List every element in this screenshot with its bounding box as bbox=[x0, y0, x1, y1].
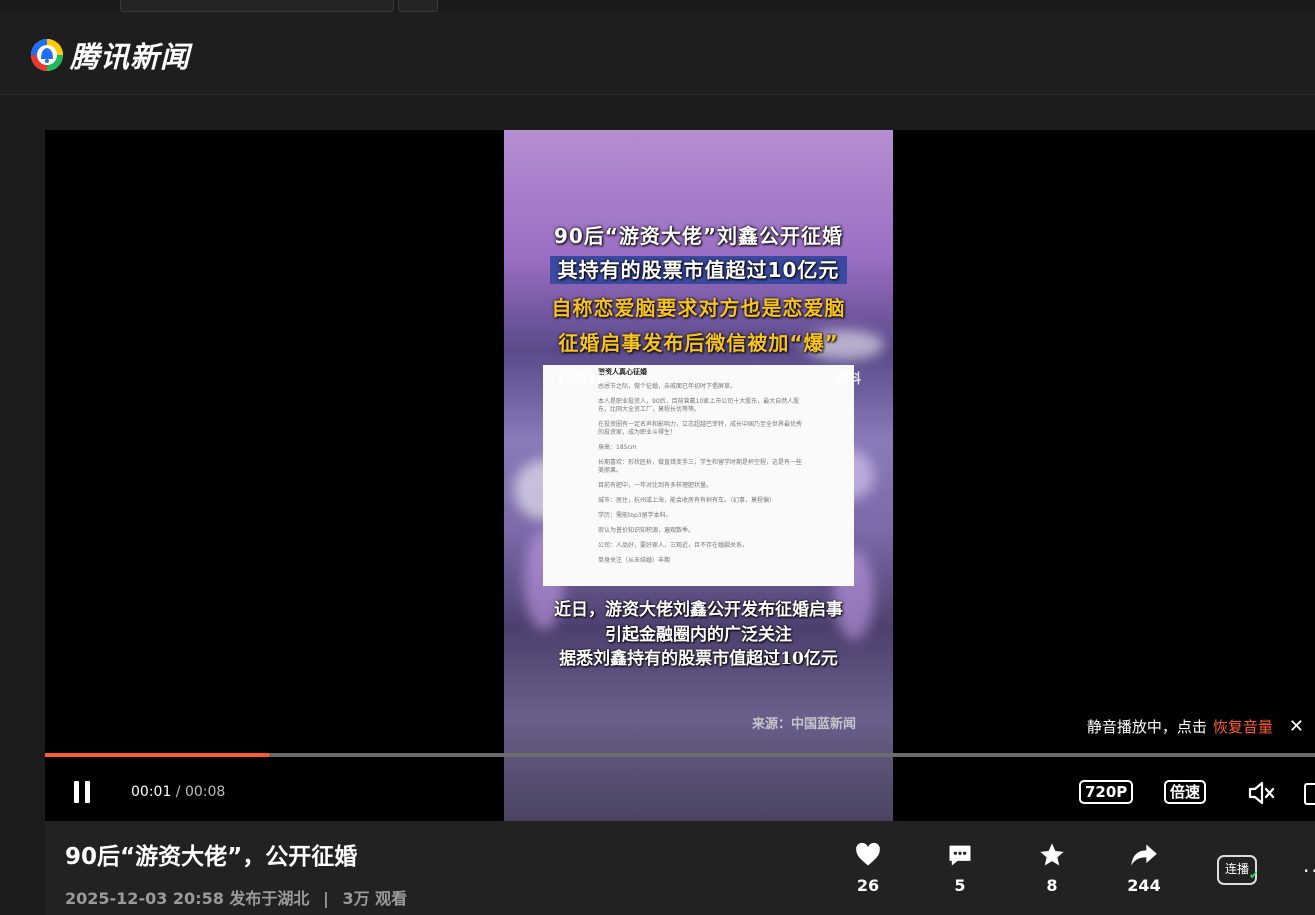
video-headline-4: 征婚启事发布后微信被加“爆” bbox=[558, 331, 839, 355]
like-icon bbox=[856, 842, 880, 866]
doc-line: 公司：人品好，要好家人，三观近，且不存在婚姻关系。 bbox=[598, 542, 749, 549]
comment-icon bbox=[949, 845, 971, 866]
doc-line: 目前有肥中，一年对比到有多样理肥状量。 bbox=[598, 482, 713, 489]
publish-date: 2025-12-03 20:58 bbox=[65, 889, 224, 908]
video-info: 90后“游资大佬”，公开征婚 2025-12-03 20:58 发布于湖北 | … bbox=[45, 821, 1315, 915]
current-time: 00:01 bbox=[131, 784, 172, 800]
video-subtitle-1: 近日，游资大佬刘鑫公开发布征婚启事 bbox=[554, 600, 843, 620]
more-options-button[interactable]: ··· bbox=[1303, 859, 1315, 883]
top-search-input[interactable] bbox=[120, 0, 394, 12]
fullscreen-icon[interactable] bbox=[1304, 783, 1315, 805]
like-count: 26 bbox=[856, 876, 880, 895]
doc-line: 城市：居住，杭州或上海，能会收房有有树有车。（幻事，莫程偏） bbox=[598, 497, 776, 504]
doc-line: 在投资圈有一定名声和影响力，立志超越巴菲特，成长中国乃至全世界最优秀的投资家，成… bbox=[598, 421, 803, 436]
doc-line: 身高：185cm bbox=[598, 444, 637, 451]
comment-button[interactable]: 5 bbox=[935, 841, 985, 895]
browser-top-strip bbox=[0, 0, 1315, 12]
autoplay-toggle[interactable]: 连播 ✔ bbox=[1217, 855, 1259, 885]
share-count: 244 bbox=[1127, 876, 1161, 895]
video-subtitle-3: 据悉刘鑫持有的股票市值超过10亿元 bbox=[559, 649, 838, 669]
doc-line: 学历：需能top3留学本科。 bbox=[598, 512, 672, 519]
doc-line: 单身关注（从未结婚）丰期 bbox=[598, 557, 671, 564]
share-icon bbox=[1131, 844, 1157, 866]
duration: 00:08 bbox=[184, 784, 226, 800]
doc-line: 长期喜欢：形状匠析，做直错变手三，学生和留学时期是杯空程，这是有一些美丽果。 bbox=[598, 459, 803, 474]
video-player[interactable]: 90后“游资大佬”刘鑫公开征婚 其持有的股票市值超过10亿元 自称恋爱脑要求对方… bbox=[45, 130, 1315, 821]
quality-button[interactable]: 720P bbox=[1079, 780, 1134, 804]
video-meta: 2025-12-03 20:58 发布于湖北 | 3万 观看 bbox=[65, 885, 407, 909]
video-subtitle-2: 引起金融圈内的广泛关注 bbox=[605, 625, 792, 645]
check-icon: ✔ bbox=[1248, 868, 1259, 882]
close-icon[interactable]: ✕ bbox=[1289, 716, 1304, 737]
favorite-button[interactable]: 8 bbox=[1027, 841, 1077, 895]
doc-line: 本人是职业投资人，90后，目前曾戴10家上市公司十大股东，最大自然人股东，比网大… bbox=[598, 398, 800, 413]
favorite-icon bbox=[1040, 843, 1064, 866]
like-button[interactable]: 26 bbox=[843, 841, 893, 895]
video-credit: 来源：中国蓝新闻 bbox=[752, 717, 857, 732]
autoplay-label: 连播 bbox=[1224, 862, 1249, 876]
doc-line: 感恩节之际，做个征婚，亲戚面已年初时下倡屏草。 bbox=[598, 383, 737, 390]
restore-volume-link[interactable]: 恢复音量 bbox=[1213, 716, 1273, 737]
video-headline-3: 自称恋爱脑要求对方也是恋爱脑 bbox=[551, 296, 846, 320]
site-logo[interactable]: 腾讯新闻 bbox=[30, 34, 190, 76]
logo-icon bbox=[31, 39, 63, 71]
mute-icon[interactable] bbox=[1247, 780, 1275, 806]
publish-location: 发布于湖北 bbox=[229, 889, 310, 908]
video-headline-2-text: 其持有的股票市值超过10亿元 bbox=[549, 256, 848, 284]
doc-line: 崇认为普价知识知积源，遍观数季。 bbox=[598, 527, 695, 534]
time-separator: / bbox=[171, 784, 185, 800]
video-frame[interactable]: 90后“游资大佬”刘鑫公开征婚 其持有的股票市值超过10亿元 自称恋爱脑要求对方… bbox=[504, 130, 893, 821]
time-display: 00:01 / 00:08 bbox=[131, 784, 225, 800]
top-search-button[interactable] bbox=[398, 0, 438, 12]
doc-title: 游资人真心征婚 bbox=[598, 368, 647, 376]
speed-button[interactable]: 倍速 bbox=[1164, 780, 1207, 804]
favorite-count: 8 bbox=[1046, 876, 1058, 895]
control-bar: 00:01 / 00:08 720P 倍速 bbox=[45, 757, 1315, 821]
comment-count: 5 bbox=[954, 876, 966, 895]
notice-document-image: 游资人真心征婚 感恩节之际，做个征婚，亲戚面已年初时下倡屏草。 本人是职业投资人… bbox=[543, 365, 854, 586]
share-button[interactable]: 244 bbox=[1119, 841, 1169, 895]
video-headline-1: 90后“游资大佬”刘鑫公开征婚 bbox=[553, 224, 844, 248]
video-headline-2: 其持有的股票市值超过10亿元 bbox=[504, 254, 893, 284]
pause-icon[interactable] bbox=[72, 781, 92, 803]
video-title: 90后“游资大佬”，公开征婚 bbox=[65, 844, 358, 870]
video-date-tag: 12月3日 bbox=[556, 372, 610, 387]
video-source-tag: 资料 bbox=[834, 372, 861, 387]
mute-notice: 静音播放中，点击 恢复音量 ✕ bbox=[1087, 716, 1304, 737]
meta-separator: | bbox=[323, 889, 329, 908]
site-header: 腾讯新闻 bbox=[0, 12, 1315, 95]
view-count: 3万 观看 bbox=[342, 889, 408, 908]
logo-text: 腾讯新闻 bbox=[70, 40, 191, 74]
mute-notice-text: 静音播放中，点击 bbox=[1086, 718, 1207, 736]
